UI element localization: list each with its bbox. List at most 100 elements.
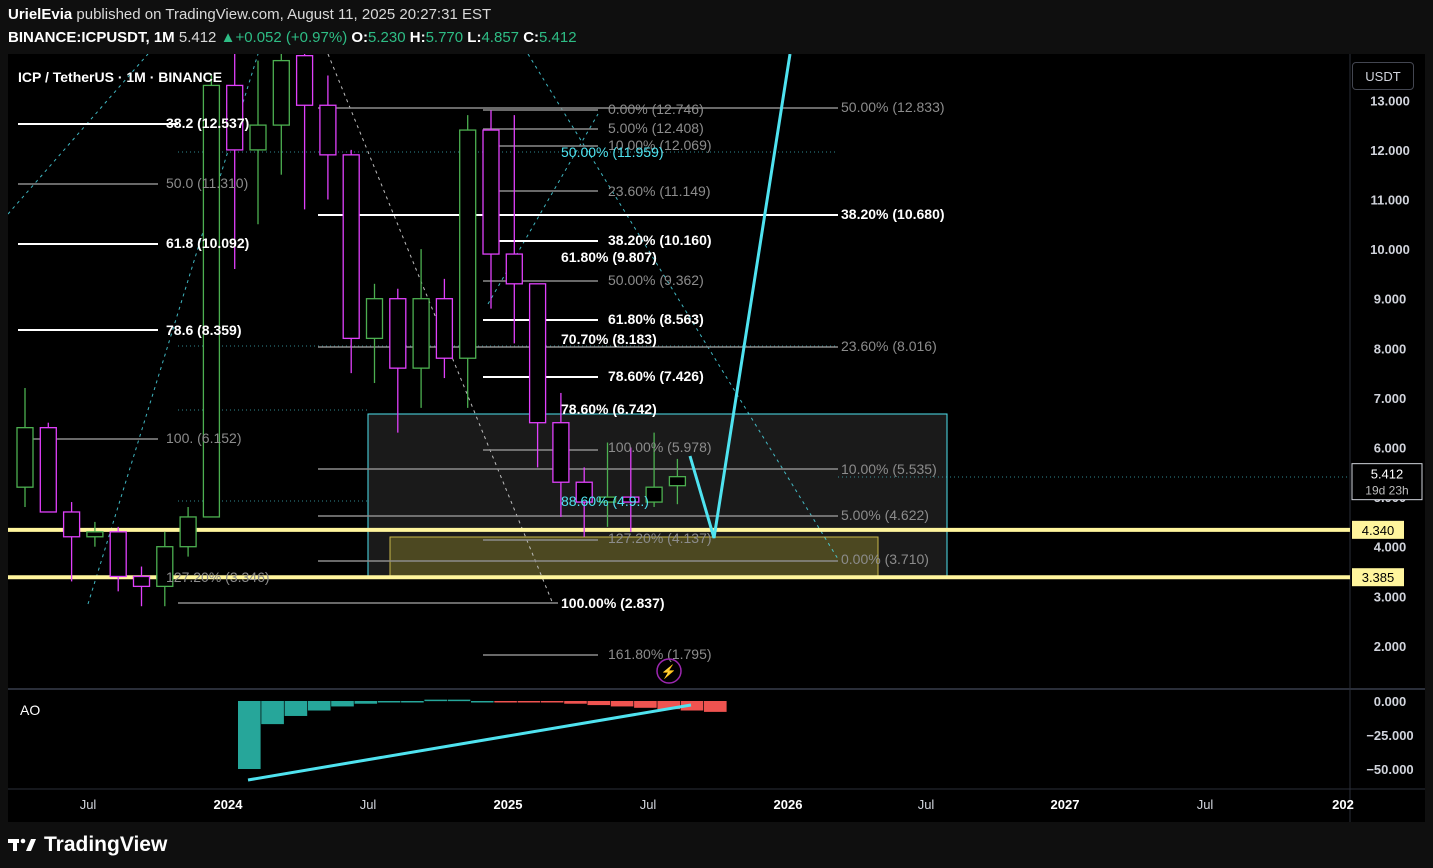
price-scale-label: 11.000 [1370, 193, 1409, 208]
fib-level-label: 50.00% (9.362) [608, 272, 704, 288]
fib-level-label: 0.00% (12.746) [608, 101, 704, 117]
fib-level-label: 78.60% (7.426) [608, 368, 704, 384]
candle-body [202, 84, 221, 518]
time-axis-label: 2027 [1051, 797, 1080, 812]
price-scale-label: 4.000 [1374, 540, 1407, 555]
candle-body [482, 129, 500, 255]
fib-level-label: 38.20% (10.160) [608, 232, 712, 248]
candle-body [62, 511, 81, 538]
candle-body [459, 129, 477, 359]
price-scale-label: 12.000 [1370, 143, 1410, 158]
ao-histogram-bar [471, 701, 494, 703]
candle-body [132, 575, 151, 588]
ao-histogram-bar [354, 701, 378, 704]
ao-histogram-bar [424, 699, 447, 702]
ao-histogram-bar [610, 701, 634, 707]
fib-level-label: 127.20% (3.346) [166, 569, 270, 585]
ao-scale-label: 0.000 [1374, 694, 1407, 709]
published-text: published on TradingView.com, August 11,… [76, 6, 492, 23]
symbol-ohlc-line: BINANCE:ICPUSDT, 1M 5.412 ▲+0.052 (+0.97… [8, 29, 577, 46]
fib-level-label: 78.6 (8.359) [166, 322, 242, 338]
fib-level-label: 50.00% (11.959) [561, 144, 663, 160]
chart-canvas[interactable]: 38.2 (12.537) 50.0 (11.310) 61.8 (10.092) 7… [8, 54, 1425, 822]
fib-level-label: 61.80% (8.563) [608, 311, 704, 327]
level-price-label: 3.385 [1362, 570, 1395, 585]
ao-histogram-bar [261, 701, 284, 725]
tradingview-brand: TradingView [44, 833, 168, 856]
tradingview-icon [8, 838, 36, 851]
ao-histogram-bar [540, 701, 564, 703]
candle-body [179, 516, 197, 548]
chart-title: ICP / TetherUS · 1M · BINANCE [18, 69, 222, 85]
time-axis-label: Jul [918, 797, 935, 812]
time-axis-label: Jul [640, 797, 657, 812]
ao-histogram-bar [401, 701, 424, 703]
fib-level-label: 10.00% (5.535) [841, 461, 937, 477]
lightning-glyph: ⚡ [661, 664, 677, 680]
close-value: 5.412 [539, 29, 577, 46]
candle-body [86, 531, 104, 538]
fib-level-label: 100. (6.152) [166, 430, 242, 446]
last-price: 5.412 [178, 29, 217, 46]
fib-level-label: 100.00% (2.837) [561, 595, 665, 611]
ao-histogram-bar [447, 699, 471, 702]
currency-button[interactable]: USDT [1352, 62, 1414, 90]
high-label: H: [409, 29, 426, 46]
time-axis-label: 2025 [494, 797, 523, 812]
tradingview-logo[interactable]: TradingView [8, 833, 167, 857]
author-name[interactable]: UrielEvia [8, 6, 72, 23]
symbol-label: BINANCE:ICPUSDT, 1M [8, 29, 175, 46]
trend-line-dotted [487, 113, 599, 305]
ao-histogram-bar [634, 701, 657, 708]
change-value: +0.052 (+0.97%) [235, 29, 348, 46]
price-scale-label: 9.000 [1374, 292, 1407, 307]
fib-level-label: 61.80% (9.807) [561, 249, 657, 265]
chart-frame[interactable]: 38.2 (12.537) 50.0 (11.310) 61.8 (10.092) 7… [8, 54, 1425, 822]
ao-histogram-bar [331, 701, 354, 707]
candle-body [16, 427, 34, 488]
fib-level-label: 0.00% (3.710) [841, 551, 929, 567]
time-axis-label: Jul [80, 797, 97, 812]
change-arrow-icon: ▲ [220, 29, 236, 46]
candle-body [272, 59, 290, 126]
open-value: 5.230 [368, 29, 406, 46]
ao-histogram-bar [494, 701, 517, 703]
ao-divergence-line [247, 703, 692, 782]
ao-histogram-bar [238, 701, 261, 769]
candle-body [412, 298, 430, 369]
price-scale-label: 8.000 [1374, 341, 1407, 356]
candle-body [435, 298, 454, 359]
fib-level-label: 5.00% (4.622) [841, 507, 929, 523]
time-axis-label: 2026 [774, 797, 803, 812]
candle-body [365, 298, 384, 340]
fib-level-label: 50.0 (11.310) [166, 175, 248, 191]
fib-level-label: 127.20% (4.137) [608, 530, 712, 546]
fib-level-label: 50.00% (12.833) [841, 99, 945, 115]
candle-body [389, 298, 407, 369]
fib-level-label: 70.70% (8.183) [561, 331, 657, 347]
time-axis-label: 2024 [214, 797, 244, 812]
low-label: L: [467, 29, 482, 46]
price-scale-label: 10.000 [1370, 242, 1410, 257]
footer: TradingView [8, 828, 1425, 862]
candle-body [39, 427, 57, 513]
ao-histogram-bar [377, 701, 401, 703]
candle-body [528, 283, 547, 424]
time-axis-label: 202 [1332, 797, 1354, 812]
fib-level-label: 88.60% (4.9..) [561, 493, 649, 509]
low-value: 4.857 [481, 29, 520, 46]
ao-histogram-bar [307, 701, 331, 711]
candle-body [295, 55, 314, 106]
fib-level-label: 23.60% (11.149) [608, 183, 710, 199]
fib-level-label: 38.20% (10.680) [841, 206, 945, 222]
fib-level-label: 161.80% (1.795) [608, 646, 712, 662]
ao-histogram-bar [587, 701, 611, 706]
fib-level-label: 100.00% (5.978) [608, 439, 712, 455]
fib-level-label: 23.60% (8.016) [841, 338, 937, 354]
indicator-name: AO [20, 702, 40, 718]
ao-histogram-bar [517, 701, 541, 703]
close-label: C: [523, 29, 540, 46]
fib-level-label: 5.00% (12.408) [608, 120, 704, 136]
ao-scale-label: −25.000 [1366, 728, 1413, 743]
time-axis-label: Jul [360, 797, 377, 812]
